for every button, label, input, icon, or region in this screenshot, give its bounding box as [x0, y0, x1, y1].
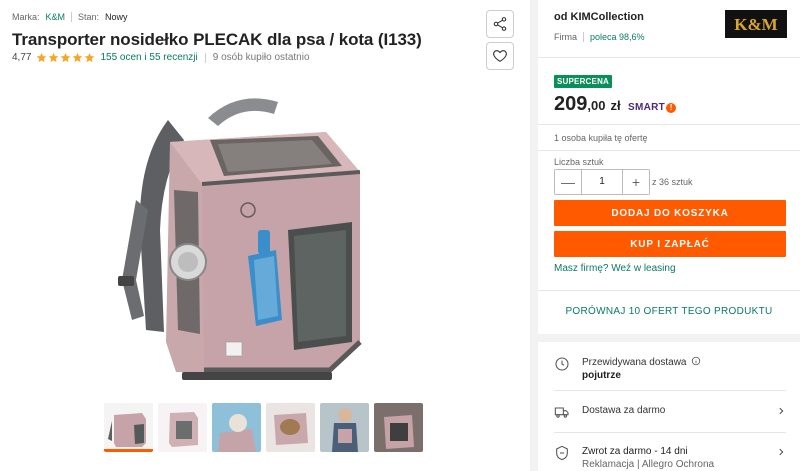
seller-name[interactable]: od KIMCollection [554, 11, 644, 23]
product-meta: Marka: K&M Stan: Nowy [12, 12, 128, 22]
section-divider [538, 124, 800, 125]
smart-badge[interactable]: SMART ! [628, 102, 677, 113]
thumbnail-strip [104, 403, 423, 452]
product-image[interactable] [98, 80, 428, 398]
heart-icon [493, 50, 507, 62]
supercena-badge: SUPERCENA [554, 75, 613, 88]
seller-logo[interactable]: K&M [725, 10, 787, 38]
thumbnail-image [158, 403, 207, 452]
row-divider [554, 390, 786, 391]
km-logo-icon: K&M [727, 11, 785, 37]
thumbnail-image [320, 403, 369, 452]
star-icon [37, 52, 47, 63]
quantity-decrease-button[interactable]: — [555, 170, 581, 194]
section-divider [538, 150, 800, 151]
condition-value: Nowy [105, 12, 128, 22]
price-integer: 209 [554, 93, 588, 115]
chevron-right-icon [779, 407, 784, 415]
star-icon [49, 52, 59, 63]
meta-divider [71, 12, 73, 22]
seller-recommend[interactable]: poleca 98,6% [590, 32, 645, 42]
bought-count: 1 osoba kupiła tę ofertę [554, 133, 648, 143]
share-icon [493, 17, 507, 31]
thumbnail[interactable] [320, 403, 369, 452]
free-delivery: Dostawa za darmo [582, 405, 666, 416]
section-divider [538, 57, 800, 58]
price-decimal: ,00 [587, 98, 606, 113]
seller-type: Firma [554, 32, 577, 42]
shield-return-icon [556, 445, 568, 461]
compare-offers-link[interactable]: PORÓWNAJ 10 OFERT TEGO PRODUKTU [538, 306, 800, 317]
expected-delivery-row[interactable]: Przewidywana dostawa pojutrze [554, 356, 786, 382]
thumbnail[interactable] [158, 403, 207, 452]
free-delivery-row[interactable]: Dostawa za darmo [554, 404, 786, 420]
quantity-increase-button[interactable]: + [623, 170, 649, 194]
chevron-right-icon [779, 448, 784, 456]
price-currency: zł [610, 98, 621, 113]
clock-icon [555, 357, 569, 371]
thumbnail[interactable] [104, 403, 153, 452]
free-return-label: Zwrot za darmo - 14 dni [582, 446, 688, 457]
section-gap [538, 334, 800, 342]
condition-label: Stan: [78, 12, 100, 22]
rating-row: 4,77 155 ocen i 55 recenzji 9 osób kupił… [12, 52, 310, 63]
info-icon[interactable] [691, 356, 701, 366]
truck-icon [554, 407, 569, 418]
thumbnail-image [266, 403, 315, 452]
expected-delivery: Przewidywana dostawa pojutrze [582, 356, 786, 382]
favourite-button[interactable] [486, 42, 514, 70]
share-button[interactable] [486, 10, 514, 38]
expected-delivery-label: Przewidywana dostawa [582, 357, 687, 368]
reviews-link[interactable]: 155 ocen i 55 recenzji [100, 52, 197, 63]
star-icon [73, 52, 83, 63]
brand-link[interactable]: K&M [46, 12, 66, 22]
quantity-max: z 36 sztuk [652, 177, 693, 187]
quantity-label: Liczba sztuk [554, 157, 604, 167]
rating-value: 4,77 [12, 52, 32, 63]
rating-stars [36, 52, 95, 63]
product-title: Transporter nosidełko PLECAK dla psa / k… [12, 30, 422, 49]
product-panel: Marka: K&M Stan: Nowy Transporter noside… [0, 0, 530, 471]
offer-panel: od KIMCollection Firma poleca 98,6% K&M … [538, 0, 800, 471]
smart-label: SMART [628, 102, 666, 113]
thumbnail-image [104, 403, 153, 452]
star-icon [61, 52, 71, 63]
free-return: Zwrot za darmo - 14 dni Reklamacja | All… [582, 445, 776, 471]
thumbnail-image [374, 403, 423, 452]
add-to-cart-button[interactable]: DODAJ DO KOSZYKA [554, 200, 786, 226]
quantity-stepper: — 1 + [554, 169, 650, 195]
backpack-pet-carrier-image [118, 98, 362, 380]
logo-text: K&M [734, 15, 777, 34]
leasing-link[interactable]: Masz firmę? Weź w leasing [554, 263, 676, 274]
thumbnail-image [212, 403, 261, 452]
expected-delivery-value: pojutrze [582, 370, 621, 381]
thumbnail[interactable] [374, 403, 423, 452]
rating-divider [204, 52, 206, 63]
seller-divider [583, 32, 584, 42]
free-return-row[interactable]: Zwrot za darmo - 14 dni Reklamacja | All… [554, 445, 786, 471]
thumbnail[interactable] [212, 403, 261, 452]
panel-divider [530, 0, 538, 471]
section-divider [538, 290, 800, 291]
smart-icon: ! [666, 102, 677, 113]
star-icon [85, 52, 95, 63]
recently-bought: 9 osób kupiło ostatnio [212, 52, 310, 63]
free-return-sub: Reklamacja | Allegro Ochrona [582, 459, 715, 470]
brand-label: Marka: [12, 12, 40, 22]
thumbnail[interactable] [266, 403, 315, 452]
seller-info: Firma poleca 98,6% [554, 32, 645, 42]
quantity-input[interactable]: 1 [581, 170, 623, 194]
price: 209 ,00 zł [554, 93, 621, 116]
buy-now-button[interactable]: KUP I ZAPŁAĆ [554, 231, 786, 257]
row-divider [554, 432, 786, 433]
